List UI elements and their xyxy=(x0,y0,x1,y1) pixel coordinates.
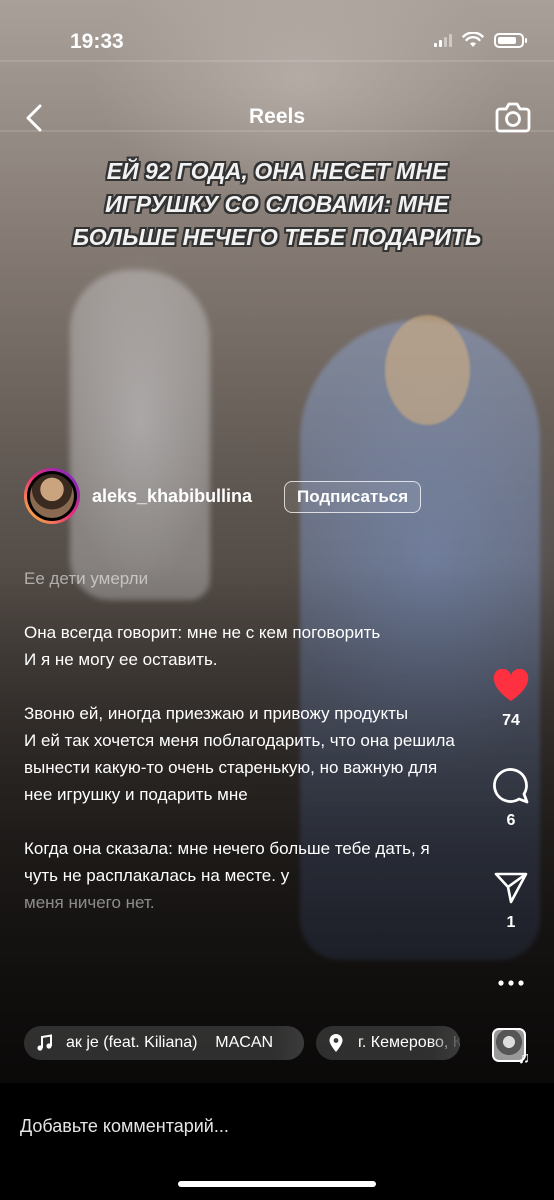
home-indicator xyxy=(178,1181,376,1187)
like-button[interactable] xyxy=(485,664,537,708)
like-action: 74 xyxy=(485,664,537,730)
caption-line: Звоню ей, иногда приезжаю и привожу прод… xyxy=(24,704,409,723)
follow-button[interactable]: Подписаться xyxy=(284,481,422,513)
battery-fill xyxy=(498,36,516,44)
caption-gap xyxy=(24,808,464,835)
caption-gap xyxy=(24,592,464,619)
audio-pill[interactable]: ак je (feat. Kiliana) MACAN xyxy=(24,1026,304,1060)
plastic-bag-shape xyxy=(70,270,210,600)
share-action: 1 xyxy=(485,866,537,932)
caption-line: Когда она сказала: мне нечего больше теб… xyxy=(24,839,430,885)
send-icon xyxy=(494,872,528,904)
page-title: Reels xyxy=(248,105,306,128)
wifi-icon xyxy=(462,32,484,47)
more-horizontal-icon xyxy=(498,980,524,986)
comment-bar xyxy=(0,1083,554,1200)
caption-line: Ее дети умерли xyxy=(24,569,149,588)
camera-icon xyxy=(495,102,531,133)
heart-icon xyxy=(493,669,529,701)
caption-line: И я не могу ее оставить. xyxy=(24,650,218,669)
avatar-photo xyxy=(30,474,74,518)
pill-fade xyxy=(430,1026,460,1060)
ceiling-line xyxy=(0,60,554,62)
caption-line: И ей так хочется меня поблагодарить, что… xyxy=(24,731,455,804)
comment-input[interactable] xyxy=(20,1111,530,1141)
audio-track-text: ак je (feat. Kiliana) MACAN xyxy=(66,1034,274,1051)
music-note-icon xyxy=(36,1034,58,1052)
caption-gap xyxy=(24,673,464,700)
status-time: 19:33 xyxy=(70,30,124,53)
comment-button[interactable] xyxy=(485,764,537,808)
pill-fade xyxy=(274,1026,304,1060)
avatar-ring-inner xyxy=(27,471,77,521)
author-username[interactable]: aleks_khabibullina xyxy=(92,486,252,507)
ceiling-line xyxy=(0,130,554,132)
location-pill[interactable]: г. Кемерово, Ку xyxy=(316,1026,460,1060)
comment-count: 6 xyxy=(506,812,516,829)
location-pin-icon xyxy=(328,1033,350,1053)
comment-icon xyxy=(493,768,529,804)
camera-button[interactable] xyxy=(494,98,532,136)
share-button[interactable] xyxy=(485,866,537,910)
reel-caption[interactable]: Ее дети умерли Она всегда говорит: мне н… xyxy=(24,565,464,916)
share-count: 1 xyxy=(506,914,516,931)
more-options-button[interactable] xyxy=(490,970,532,996)
status-icons xyxy=(434,32,527,48)
video-overlay-text: ЕЙ 92 ГОДА, ОНА НЕСЕТ МНЕ ИГРУШКУ СО СЛО… xyxy=(72,158,482,250)
caption-line: Она всегда говорит: мне не с кем поговор… xyxy=(24,623,381,642)
signal-icon xyxy=(434,33,452,47)
music-note-icon: ♫ xyxy=(518,1050,530,1067)
caption-line: меня ничего нет. xyxy=(24,893,155,912)
author-avatar[interactable] xyxy=(24,468,80,524)
battery-icon xyxy=(494,32,527,48)
person-head xyxy=(385,315,470,425)
comment-action: 6 xyxy=(485,764,537,830)
like-count: 74 xyxy=(502,712,520,729)
